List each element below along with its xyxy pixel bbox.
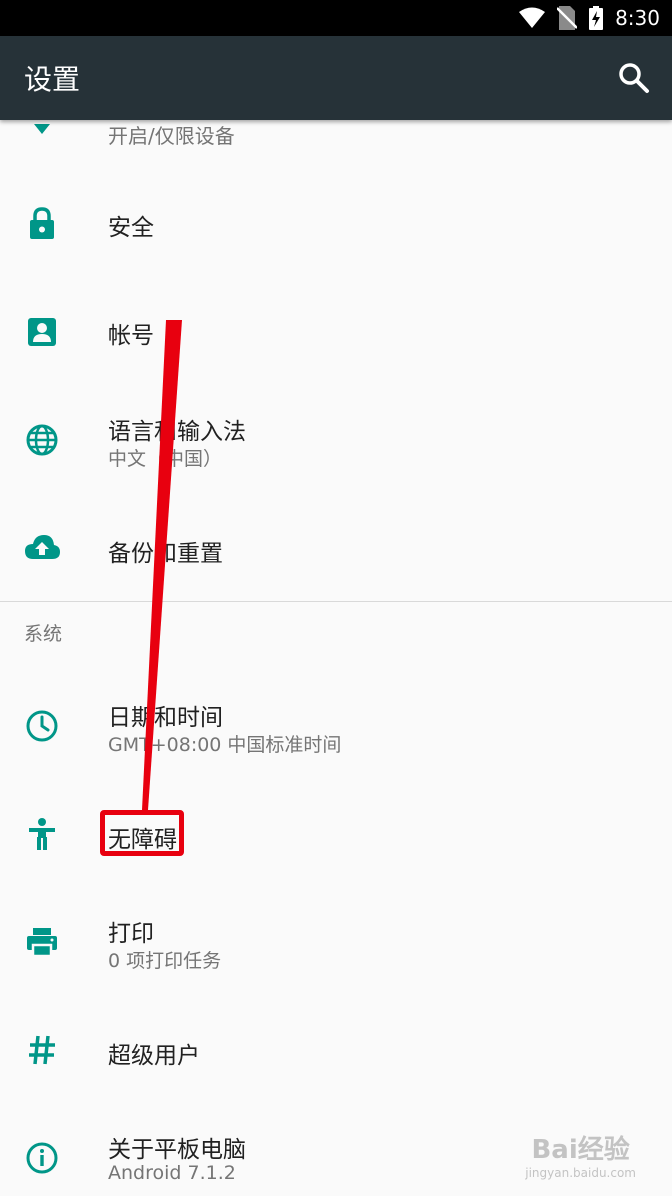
list-item-title: 语言和输入法: [108, 419, 246, 445]
watermark: Bai经验 jingyan.baidu.com: [525, 1129, 636, 1180]
info-icon: [26, 1142, 58, 1174]
wifi-icon: [519, 7, 546, 28]
list-item-backup[interactable]: 备份和重置: [0, 496, 672, 602]
list-item-title: 帐号: [108, 323, 154, 349]
list-item-title: 无障碍: [108, 827, 177, 853]
list-item-subtitle: 0 项打印任务: [108, 950, 222, 972]
search-button[interactable]: [616, 60, 652, 96]
list-item-title: 超级用户: [108, 1043, 200, 1069]
globe-icon: [26, 424, 58, 456]
list-item-print[interactable]: 打印 0 项打印任务: [0, 888, 672, 996]
list-item-security[interactable]: 安全: [0, 170, 672, 278]
list-item-title: 关于平板电脑: [108, 1137, 246, 1163]
list-item-subtitle: Android 7.1.2: [108, 1162, 236, 1184]
print-icon: [27, 928, 57, 958]
list-item-superuser[interactable]: 超级用户: [0, 996, 672, 1104]
app-bar: 设置: [0, 36, 672, 120]
watermark-logo: Bai经验: [531, 1135, 630, 1165]
cloud-upload-icon: [25, 535, 60, 559]
list-item-title: 安全: [108, 215, 154, 241]
clock-icon: [26, 710, 58, 742]
status-icons: 8:30: [519, 0, 660, 36]
battery-charging-icon: [589, 6, 604, 30]
list-item-language[interactable]: 语言和输入法 中文（中国）: [0, 386, 672, 496]
list-item-title: 打印: [108, 921, 154, 947]
status-bar: 8:30: [0, 0, 672, 36]
list-item-date-time[interactable]: 日期和时间 GMT+08:00 中国标准时间: [0, 672, 672, 780]
search-icon: [619, 63, 649, 93]
page-title: 设置: [24, 63, 81, 96]
section-divider: [0, 601, 672, 602]
list-item-title: 日期和时间: [108, 705, 223, 731]
accessibility-icon: [29, 818, 55, 850]
no-sim-icon: [557, 6, 578, 30]
lock-icon: [30, 207, 54, 239]
status-time: 8:30: [615, 6, 660, 30]
list-item-accessibility[interactable]: 无障碍: [0, 780, 672, 888]
watermark-url: jingyan.baidu.com: [525, 1166, 636, 1180]
hash-icon: [29, 1035, 55, 1065]
list-item-subtitle: GMT+08:00 中国标准时间: [108, 734, 342, 756]
section-header-system: 系统: [24, 623, 63, 645]
list-item-subtitle: 中文（中国）: [108, 448, 223, 470]
list-item-account[interactable]: 帐号: [0, 278, 672, 386]
list-item-title: 备份和重置: [108, 541, 223, 567]
account-icon: [28, 318, 56, 346]
list-item-subtitle: 开启/仅限设备: [108, 124, 235, 148]
